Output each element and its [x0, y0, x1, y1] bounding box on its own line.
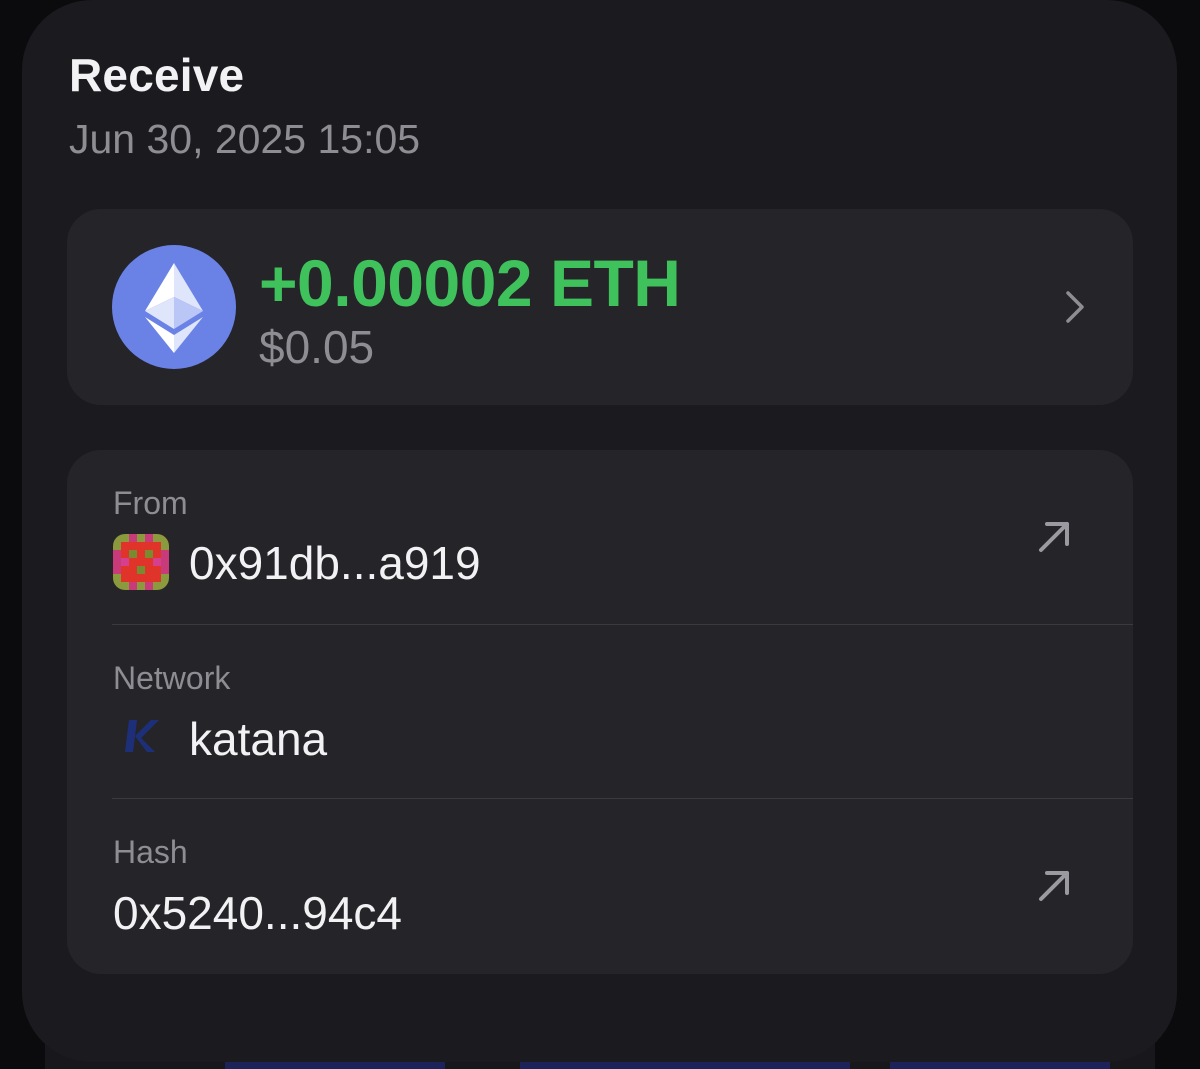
katana-network-icon	[125, 720, 159, 752]
fiat-value: $0.05	[259, 321, 375, 373]
network-row: Network katana	[67, 625, 1133, 800]
hash-label: Hash	[113, 834, 188, 870]
chevron-right-icon	[1066, 291, 1084, 323]
page-title: Receive	[69, 49, 245, 101]
transaction-datetime: Jun 30, 2025 15:05	[69, 116, 421, 162]
address-avatar-icon	[113, 534, 169, 590]
hash-row[interactable]: Hash 0x5240...94c4	[67, 799, 1133, 974]
from-label: From	[113, 485, 188, 521]
transaction-hash: 0x5240...94c4	[113, 887, 403, 939]
received-amount: +0.00002 ETH	[259, 246, 681, 320]
from-row[interactable]: From 0x91db...a919	[67, 450, 1133, 625]
ethereum-icon	[112, 245, 236, 369]
amount-card[interactable]: +0.00002 ETH $0.05	[67, 209, 1133, 405]
external-link-icon[interactable]	[1035, 867, 1073, 905]
transaction-details-card: From 0x91db...a919 Network katana Hash 0…	[67, 450, 1133, 974]
from-address: 0x91db...a919	[189, 537, 481, 589]
network-name: katana	[189, 713, 328, 765]
network-label: Network	[113, 660, 231, 696]
external-link-icon[interactable]	[1035, 518, 1073, 556]
